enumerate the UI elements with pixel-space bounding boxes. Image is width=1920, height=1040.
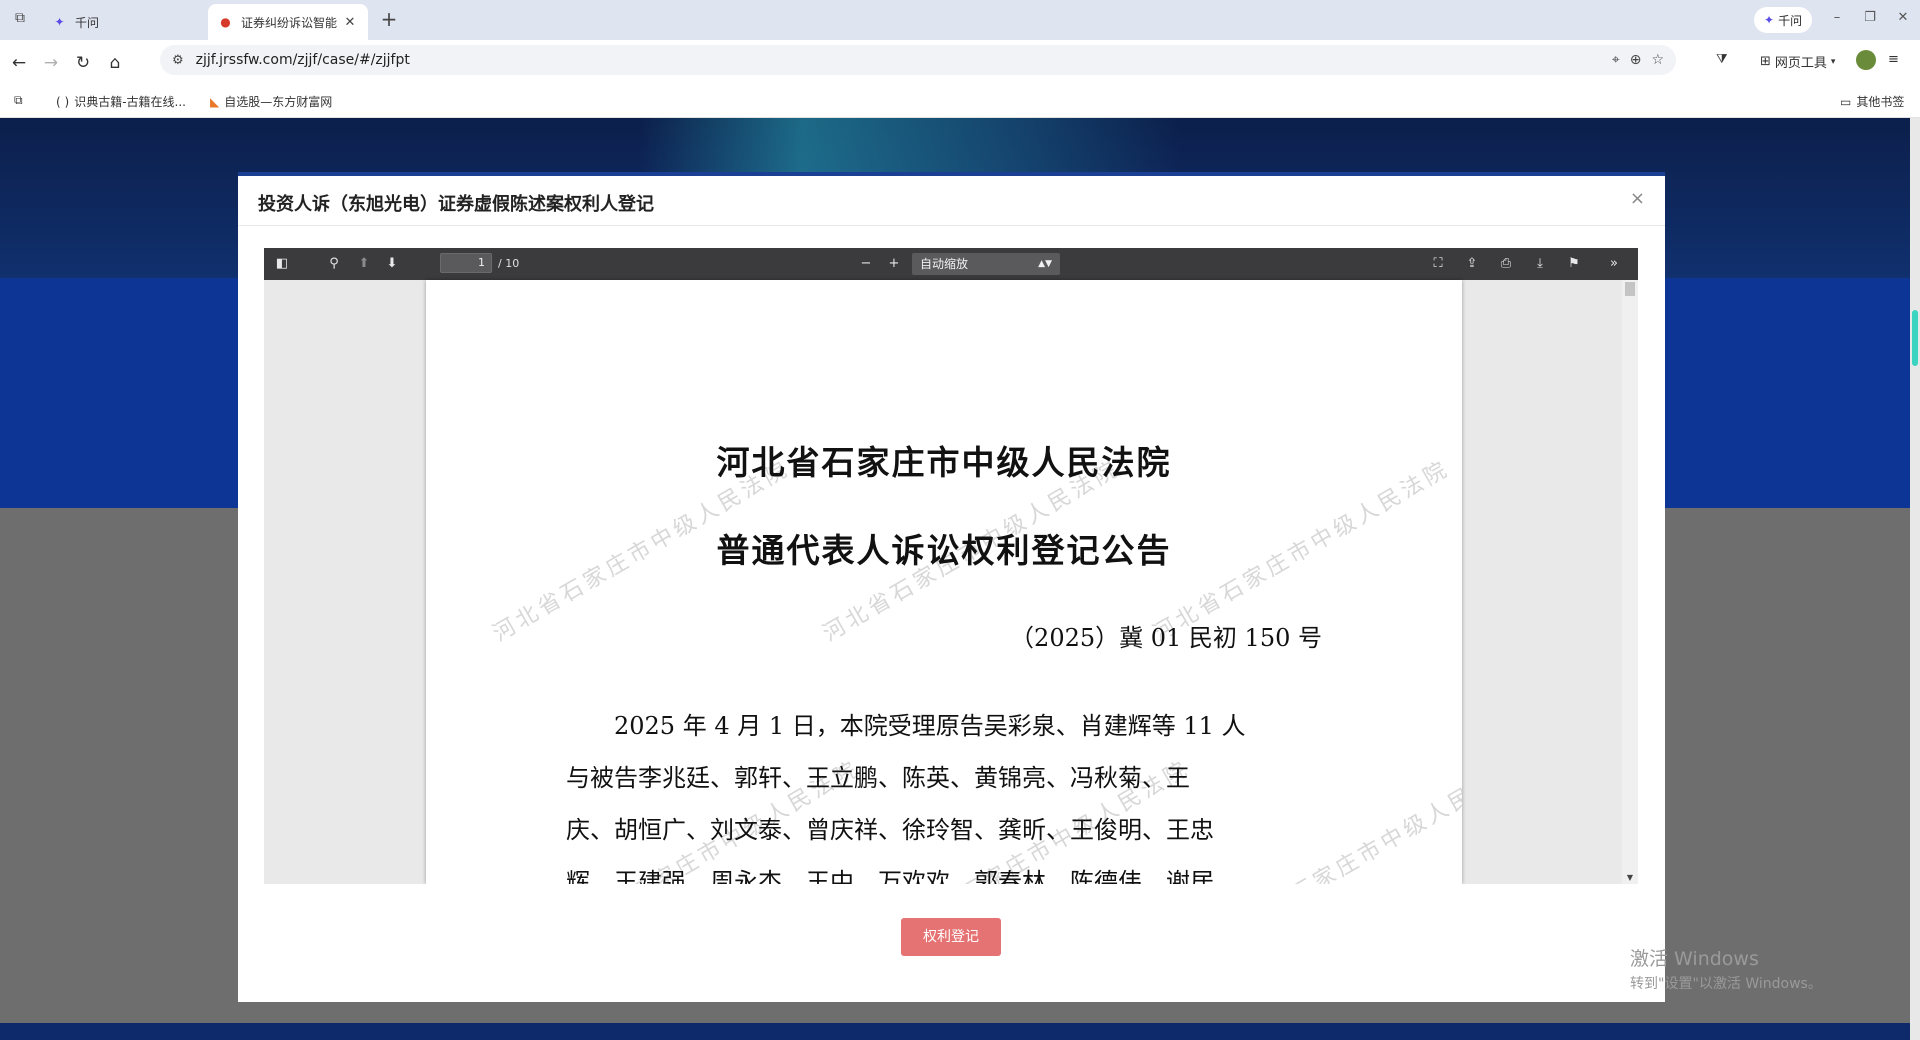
restore-icon[interactable]: ❐ xyxy=(1860,10,1880,25)
new-tab-button[interactable]: + xyxy=(378,8,400,30)
document-title-line1: 河北省石家庄市中级人民法院 xyxy=(716,443,1172,482)
book-icon: ( ) xyxy=(56,94,70,109)
scroll-down-icon[interactable]: ▼ xyxy=(1622,873,1638,882)
qianwen-label: 千问 xyxy=(1778,13,1803,28)
body-line: 2025 年 4 月 1 日，本院受理原告吴彩泉、肖建辉等 11 人 xyxy=(566,712,1246,740)
next-page-icon[interactable]: ⬇ xyxy=(382,254,402,274)
select-caret-icon: ▲▼ xyxy=(1038,259,1052,269)
pdf-viewer: ◧ ⚲ ⬆ ⬇ 1 / 10 − + 自动缩放 ▲▼ ⛶ ⇪ ⎙ ⤓ ⚑ » 河… xyxy=(264,248,1638,884)
activation-line2: 转到"设置"以激活 Windows。 xyxy=(1630,976,1822,992)
page-number-input[interactable]: 1 xyxy=(440,253,492,273)
back-icon[interactable]: ← xyxy=(8,52,30,74)
pdf-toolbar: ◧ ⚲ ⬆ ⬇ 1 / 10 − + 自动缩放 ▲▼ ⛶ ⇪ ⎙ ⤓ ⚑ » xyxy=(264,248,1638,280)
activation-line1: 激活 Windows xyxy=(1630,948,1759,970)
bookmarks-bar: ⧉ ( ) 识典古籍-古籍在线... ◣ 自选股—东方财富网 ▭ 其他书签 xyxy=(0,84,1920,118)
download-icon[interactable]: ⤓ xyxy=(1530,254,1550,274)
chevron-down-icon: ▾ xyxy=(1830,56,1836,67)
site-info-icon[interactable]: ⚙ xyxy=(172,53,184,68)
document-body: 2025 年 4 月 1 日，本院受理原告吴彩泉、肖建辉等 11 人 与被告李兆… xyxy=(566,700,1326,884)
location-icon[interactable]: ⌖ xyxy=(1612,52,1620,68)
tab-case-platform[interactable]: ● 证券纠纷诉讼智能 ✕ xyxy=(208,4,368,40)
browser-tab-strip: ⧉ ✦ 千问 ● 证券纠纷诉讼智能 ✕ + ✦ 千问 – ❐ ✕ xyxy=(0,0,1920,40)
page-scrollbar-thumb[interactable] xyxy=(1912,310,1918,366)
previous-page-icon[interactable]: ⬆ xyxy=(354,254,374,274)
bookmark-label: 识典古籍-古籍在线... xyxy=(74,95,186,109)
rights-registration-modal: 投资人诉（东旭光电）证券虚假陈述案权利人登记 × ◧ ⚲ ⬆ ⬇ 1 / 10 … xyxy=(238,172,1665,1002)
avatar[interactable] xyxy=(1856,50,1876,70)
modal-header: 投资人诉（东旭光电）证券虚假陈述案权利人登记 × xyxy=(238,176,1665,226)
qianwen-button[interactable]: ✦ 千问 xyxy=(1754,7,1813,33)
page-count: / 10 xyxy=(498,257,520,270)
bookmark-item[interactable]: ◣ 自选股—东方财富网 xyxy=(210,93,332,110)
tab-sidebar-icon[interactable]: ⧉ xyxy=(10,10,30,30)
body-line: 庆、胡恒广、刘文泰、曾庆祥、徐玲智、龚昕、王俊明、王忠 xyxy=(566,816,1214,844)
tab-qianwen[interactable]: ✦ 千问 xyxy=(42,4,208,40)
case-number: （2025）冀 01 民初 150 号 xyxy=(1010,624,1322,652)
tools-menu-icon[interactable]: » xyxy=(1602,254,1626,274)
sidebar-toggle-icon[interactable]: ◧ xyxy=(272,254,292,274)
other-bookmarks[interactable]: ▭ 其他书签 xyxy=(1840,93,1904,110)
bookmark-item[interactable]: ( ) 识典古籍-古籍在线... xyxy=(56,93,186,110)
grid-icon: ⊞ xyxy=(1760,54,1771,69)
eastmoney-icon: ◣ xyxy=(210,94,220,109)
url-text: zjjf.jrssfw.com/zjjf/case/#/zjjfpt xyxy=(195,52,410,68)
web-tools-label: 网页工具 xyxy=(1774,56,1827,71)
pdf-page: 河北省石家庄市中级人民法院 河北省石家庄市中级人民法院 河北省石家庄市中级人民法… xyxy=(426,280,1462,884)
windows-activation-watermark: 激活 Windows 转到"设置"以激活 Windows。 xyxy=(1630,944,1822,993)
pdf-scrollbar[interactable]: ▼ xyxy=(1622,280,1638,884)
zoom-in-icon[interactable]: + xyxy=(884,254,904,274)
web-tools-button[interactable]: ⊞ 网页工具 ▾ xyxy=(1760,52,1835,71)
bookmark-icon[interactable]: ⚑ xyxy=(1564,254,1584,274)
zoom-select[interactable]: 自动缩放 ▲▼ xyxy=(912,253,1060,275)
body-line: 辉、王建强、周永杰、王中、万欢欢、郭春林、陈德伟、谢居 xyxy=(566,868,1214,884)
body-line: 与被告李兆廷、郭轩、王立鹏、陈英、黄锦亮、冯秋菊、王 xyxy=(566,764,1190,792)
close-icon[interactable]: × xyxy=(1630,188,1645,209)
bookmark-label: 自选股—东方财富网 xyxy=(224,95,333,109)
page-scrollbar[interactable] xyxy=(1910,118,1920,1040)
zoom-value: 自动缩放 xyxy=(920,257,969,271)
modal-title: 投资人诉（东旭光电）证券虚假陈述案权利人登记 xyxy=(258,194,654,215)
forward-icon[interactable]: → xyxy=(40,52,62,74)
print-icon[interactable]: ⎙ xyxy=(1496,254,1516,274)
address-bar[interactable]: ⚙ zjjf.jrssfw.com/zjjf/case/#/zjjfpt ⌖ ⊕… xyxy=(160,45,1676,75)
other-bookmarks-label: 其他书签 xyxy=(1856,95,1905,109)
tab-search-icon[interactable]: ⧉ xyxy=(14,93,23,108)
pdf-scrollbar-thumb[interactable] xyxy=(1625,282,1635,296)
zoom-icon[interactable]: ⊕ xyxy=(1630,52,1642,68)
folder-icon: ▭ xyxy=(1840,94,1852,109)
menu-icon[interactable]: ≡ xyxy=(1888,52,1899,67)
minimize-icon[interactable]: – xyxy=(1827,10,1847,25)
home-icon[interactable]: ⌂ xyxy=(104,52,126,74)
open-file-icon[interactable]: ⇪ xyxy=(1462,254,1482,274)
document-title-line2: 普通代表人诉讼权利登记公告 xyxy=(716,531,1172,570)
qianwen-icon: ✦ xyxy=(54,15,65,29)
tab-title: 证券纠纷诉讼智能 xyxy=(241,15,338,30)
footer-band xyxy=(0,1023,1910,1040)
hero-decoration xyxy=(640,118,1180,178)
court-emblem-icon: ● xyxy=(220,15,231,29)
qianwen-icon: ✦ xyxy=(1764,13,1775,27)
star-icon[interactable]: ☆ xyxy=(1651,52,1664,68)
browser-toolbar: ← → ↻ ⌂ ⚙ zjjf.jrssfw.com/zjjf/case/#/zj… xyxy=(0,40,1920,84)
reload-icon[interactable]: ↻ xyxy=(72,52,94,74)
search-icon[interactable]: ⚲ xyxy=(324,254,344,274)
presentation-mode-icon[interactable]: ⛶ xyxy=(1428,254,1448,274)
rights-register-button[interactable]: 权利登记 xyxy=(901,918,1001,956)
window-close-icon[interactable]: ✕ xyxy=(1893,10,1913,25)
extensions-icon[interactable]: ⧩ xyxy=(1716,52,1728,67)
tab-close-icon[interactable]: ✕ xyxy=(342,15,358,30)
tab-title: 千问 xyxy=(75,15,100,30)
zoom-out-icon[interactable]: − xyxy=(856,254,876,274)
